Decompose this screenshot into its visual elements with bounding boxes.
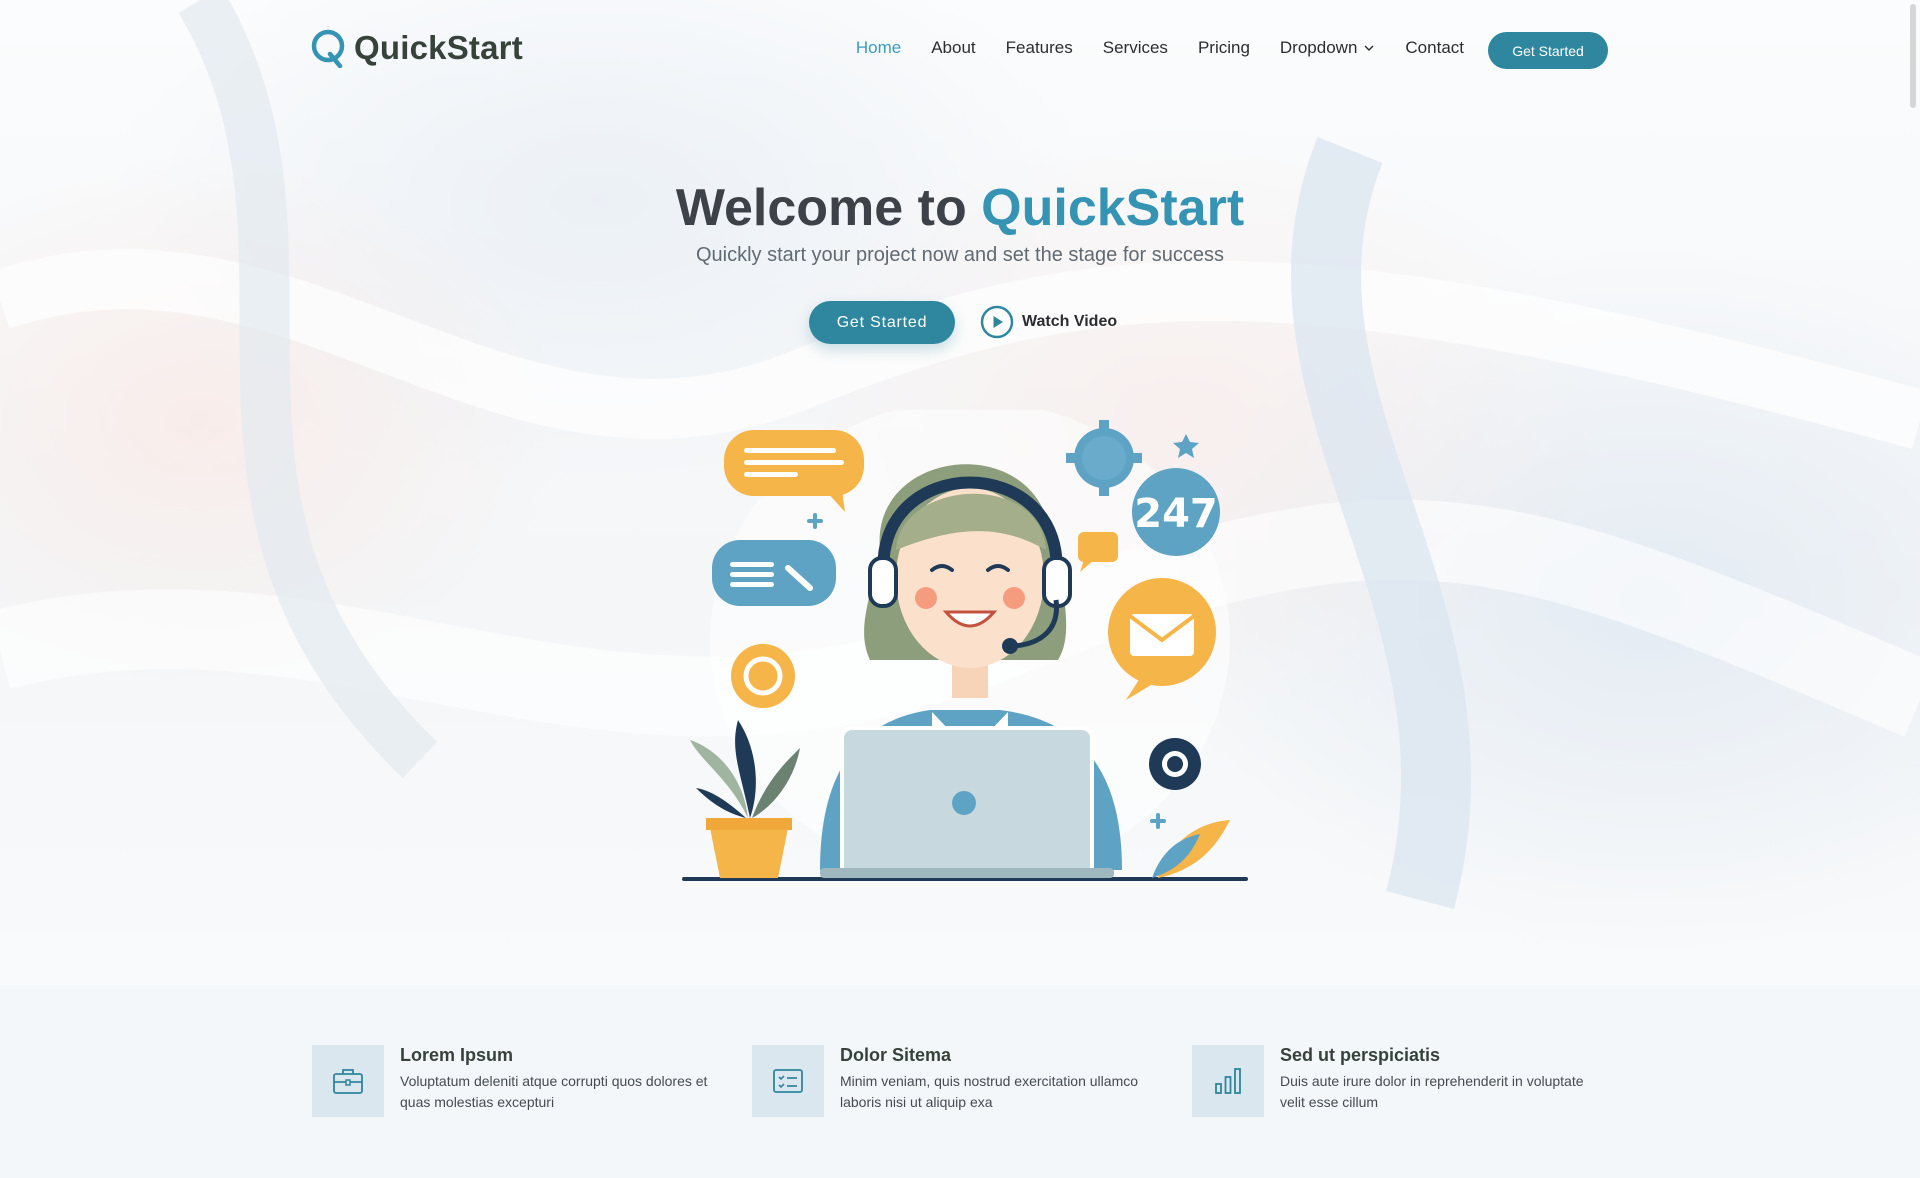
hero-title: Welcome to QuickStart xyxy=(0,178,1920,238)
nav-dropdown-label: Dropdown xyxy=(1279,38,1358,57)
feature-description: Minim veniam, quis nostrud exercitation … xyxy=(840,1073,1139,1110)
chevron-down-icon xyxy=(1364,45,1374,51)
nav-contact[interactable]: Contact xyxy=(1405,38,1464,58)
feature-card[interactable]: Sed ut perspiciatis Duis aute irure dolo… xyxy=(1192,1045,1612,1125)
hero-title-prefix: Welcome to xyxy=(675,179,967,237)
hero-title-accent: QuickStart xyxy=(981,179,1245,237)
feature-card[interactable]: Lorem Ipsum Voluptatum deleniti atque co… xyxy=(312,1045,732,1125)
nav-home[interactable]: Home xyxy=(856,38,901,58)
feature-title: Lorem Ipsum xyxy=(400,1045,514,1065)
feature-icon-box xyxy=(752,1045,824,1117)
feature-description: Duis aute irure dolor in reprehenderit i… xyxy=(1280,1073,1584,1110)
refresh-circle-icon xyxy=(731,644,795,708)
briefcase-icon xyxy=(333,1069,363,1094)
feature-title: Sed ut perspiciatis xyxy=(1280,1045,1441,1065)
card-checklist-icon xyxy=(773,1069,803,1093)
feature-description: Voluptatum deleniti atque corrupti quos … xyxy=(400,1073,708,1110)
main-nav: Home About Features Services Pricing Dro… xyxy=(856,38,1464,58)
play-circle-icon xyxy=(980,305,1014,339)
nav-about[interactable]: About xyxy=(931,38,975,58)
nav-pricing[interactable]: Pricing xyxy=(1198,38,1250,58)
hero-get-started-button[interactable]: Get Started xyxy=(809,301,955,344)
nav-features[interactable]: Features xyxy=(1006,38,1073,58)
watch-video-button[interactable]: Watch Video xyxy=(980,305,1117,339)
feature-icon-box xyxy=(312,1045,384,1117)
hero-illustration: 247 xyxy=(682,410,1248,881)
settings-gear-icon xyxy=(1149,738,1201,790)
bar-chart-icon xyxy=(1215,1068,1241,1094)
header-get-started-button[interactable]: Get Started xyxy=(1488,32,1608,69)
nav-dropdown[interactable]: Dropdown xyxy=(1280,38,1376,58)
svg-text:247: 247 xyxy=(1134,491,1218,537)
logo-text: QuickStart xyxy=(354,29,523,66)
feature-title: Dolor Sitema xyxy=(840,1045,952,1065)
site-header: QuickStart Home About Features Services … xyxy=(0,0,1920,100)
logo-q-icon xyxy=(311,29,345,68)
support-247-badge: 247 xyxy=(1132,468,1220,556)
logo[interactable]: QuickStart xyxy=(310,28,523,68)
watch-video-label: Watch Video xyxy=(1022,313,1118,330)
nav-services[interactable]: Services xyxy=(1103,38,1168,58)
feature-card[interactable]: Dolor Sitema Minim veniam, quis nostrud … xyxy=(752,1045,1172,1125)
message-bubble-icon xyxy=(712,540,836,606)
features-section: Lorem Ipsum Voluptatum deleniti atque co… xyxy=(0,985,1920,1178)
feature-icon-box xyxy=(1192,1045,1264,1117)
hero-subtitle: Quickly start your project now and set t… xyxy=(695,244,1225,266)
